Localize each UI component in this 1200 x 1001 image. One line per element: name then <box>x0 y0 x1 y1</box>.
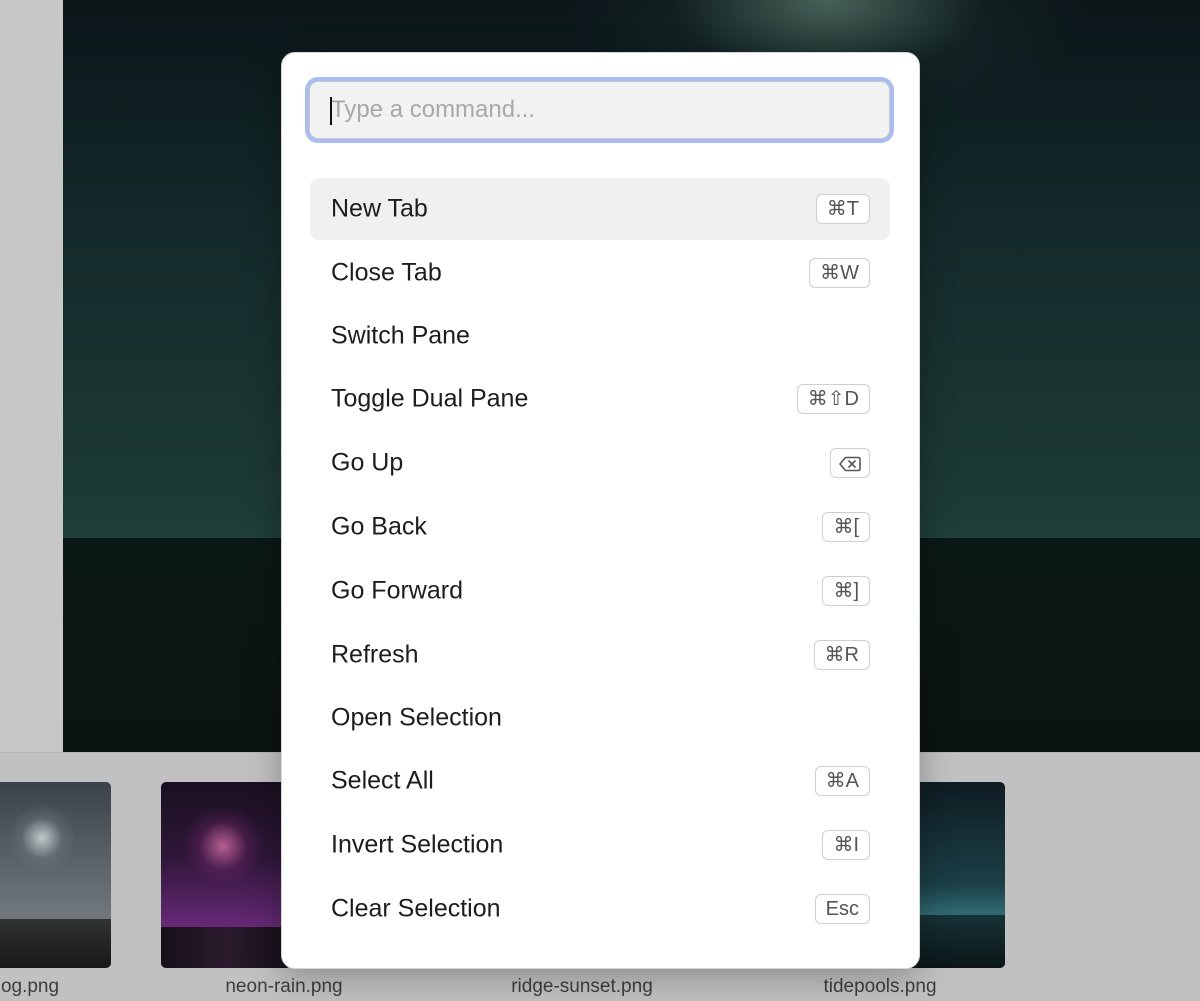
thumbnail-caption[interactable]: ridge-sunset.png <box>511 976 653 998</box>
command-item-go-up[interactable]: Go Up <box>310 432 890 494</box>
command-label: Select All <box>331 766 434 795</box>
command-palette: New Tab ⌘T Close Tab ⌘W Switch Pane Togg… <box>281 52 920 969</box>
shortcut-badge: ⌘A <box>814 766 870 796</box>
thumbnail-caption[interactable]: tidepools.png <box>823 976 936 998</box>
command-item-go-back[interactable]: Go Back ⌘[ <box>310 496 890 558</box>
command-item-toggle-dual-pane[interactable]: Toggle Dual Pane ⌘⇧D <box>310 368 890 430</box>
command-label: Toggle Dual Pane <box>331 384 529 413</box>
command-search-field[interactable] <box>309 81 890 139</box>
command-item-clear-selection[interactable]: Clear Selection Esc <box>310 878 890 940</box>
command-label: Invert Selection <box>331 830 504 859</box>
shortcut-badge: ⌘] <box>822 576 870 606</box>
command-label: Go Back <box>331 512 427 541</box>
command-label: Open Selection <box>331 703 502 732</box>
thumbnail-caption[interactable]: og.png <box>1 976 59 998</box>
command-item-switch-pane[interactable]: Switch Pane <box>310 305 890 367</box>
command-item-open-selection[interactable]: Open Selection <box>310 687 890 749</box>
command-label: Go Forward <box>331 576 463 605</box>
text-caret <box>330 97 332 125</box>
command-item-close-tab[interactable]: Close Tab ⌘W <box>310 242 890 304</box>
thumbnail-caption[interactable]: neon-rain.png <box>225 976 342 998</box>
shortcut-badge: ⌘I <box>822 830 870 860</box>
shortcut-badge: Esc <box>814 894 870 924</box>
shortcut-badge <box>830 448 870 478</box>
command-item-go-forward[interactable]: Go Forward ⌘] <box>310 560 890 622</box>
command-label: Refresh <box>331 640 419 669</box>
thumbnail-1[interactable] <box>0 782 111 968</box>
shortcut-badge: ⌘R <box>813 640 870 670</box>
shortcut-badge: ⌘[ <box>822 512 870 542</box>
thumbnail-neon-rain[interactable] <box>161 782 291 968</box>
command-item-select-all[interactable]: Select All ⌘A <box>310 750 890 812</box>
delete-backward-icon <box>839 456 861 472</box>
shortcut-badge: ⌘⇧D <box>796 384 870 414</box>
command-label: New Tab <box>331 194 428 223</box>
command-item-invert-selection[interactable]: Invert Selection ⌘I <box>310 814 890 876</box>
shortcut-badge: ⌘T <box>815 194 870 224</box>
command-label: Switch Pane <box>331 321 470 350</box>
shortcut-badge: ⌘W <box>809 258 870 288</box>
sidebar-background <box>0 0 63 752</box>
command-search-input[interactable] <box>310 82 889 138</box>
command-label: Clear Selection <box>331 894 501 923</box>
command-item-refresh[interactable]: Refresh ⌘R <box>310 624 890 686</box>
command-item-new-tab[interactable]: New Tab ⌘T <box>310 178 890 240</box>
command-label: Close Tab <box>331 258 442 287</box>
command-label: Go Up <box>331 448 404 477</box>
